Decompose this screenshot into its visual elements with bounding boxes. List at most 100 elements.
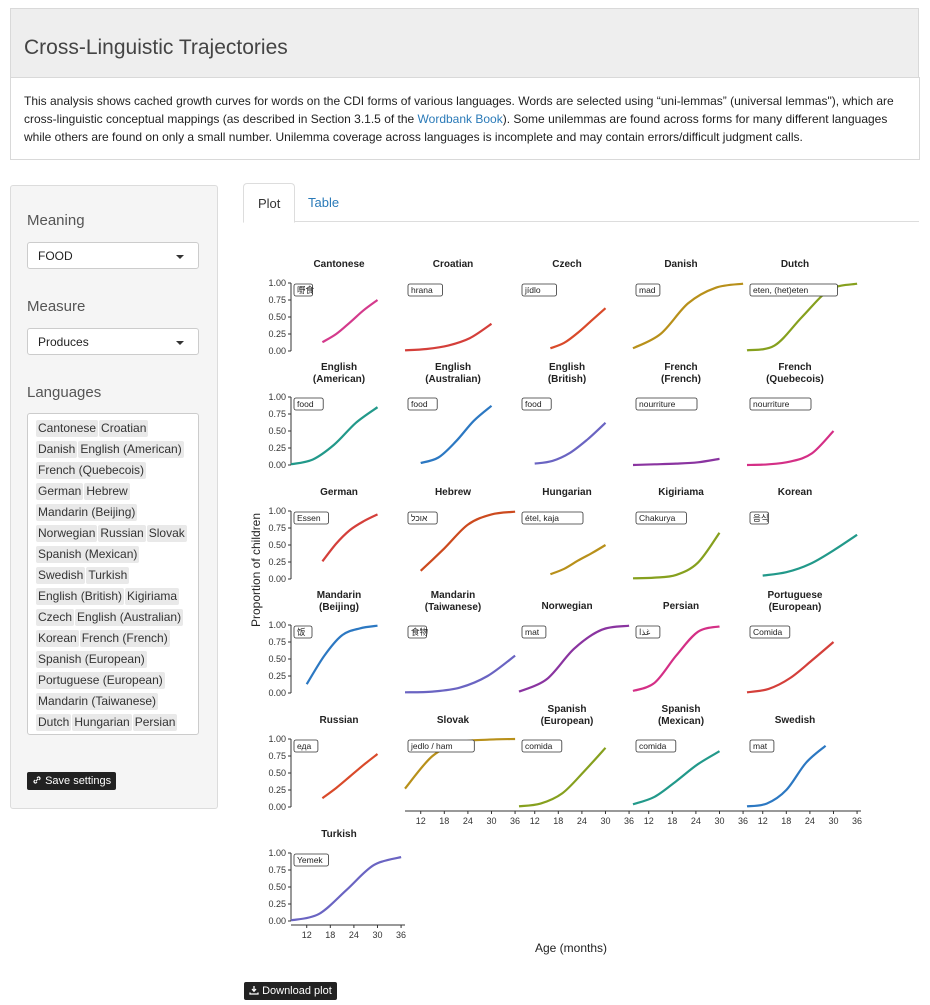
language-tag[interactable]: English (American) (78, 441, 184, 458)
language-tag[interactable]: Hungarian (72, 714, 132, 731)
language-tag[interactable]: Kigiriama (125, 588, 180, 605)
word-label-text: Chakurya (639, 513, 676, 523)
facet-panel: Spanish(European) 12 18 24 30 36 comida (518, 704, 634, 826)
growth-curve (762, 533, 858, 577)
word-label-text: Yemek (297, 855, 323, 865)
y-tick-label: 0.75 (268, 523, 286, 533)
growth-curve (632, 532, 721, 580)
word-label: food (407, 397, 438, 411)
x-tick-label: 12 (530, 816, 540, 826)
x-tick-label: 18 (667, 816, 677, 826)
language-tag[interactable]: Spanish (European) (36, 651, 147, 668)
y-tick-label: 0.25 (268, 329, 286, 339)
word-label-text: 食物 (411, 627, 429, 637)
facet-title: Swedish (775, 715, 816, 726)
x-axis-title: Age (months) (535, 941, 607, 955)
language-tag[interactable]: Danish (36, 441, 78, 458)
language-tag[interactable]: Cantonese (36, 420, 99, 437)
growth-curve (321, 753, 379, 800)
facet-title: (American) (313, 374, 365, 385)
growth-curve (290, 856, 402, 922)
language-tag[interactable]: Mandarin (Beijing) (36, 504, 138, 521)
facet-panel: English(British) food (521, 362, 607, 465)
language-tag[interactable]: Dutch (36, 714, 72, 731)
facet-panel: Czech jídlo (521, 259, 607, 350)
language-tag[interactable]: Slovak (146, 525, 187, 542)
facet-title: (European) (541, 716, 594, 727)
language-tag[interactable]: Hebrew (84, 483, 130, 500)
word-label-text: hrana (411, 285, 433, 295)
word-label: 饭 (293, 625, 313, 639)
x-tick-label: 24 (349, 930, 359, 940)
word-label: étel, kaja (521, 511, 584, 525)
download-plot-button[interactable]: Download plot (244, 982, 337, 1000)
word-label: comida (635, 739, 677, 753)
facet-title: Portuguese (767, 590, 822, 601)
measure-select[interactable]: Produces (27, 328, 199, 355)
language-tag[interactable]: Mandarin (Taiwanese) (36, 693, 159, 710)
language-tag[interactable]: German (36, 483, 84, 500)
word-label-text: jedlo / ham (410, 741, 453, 751)
facet-title: (Mexican) (658, 716, 704, 727)
x-tick-label: 12 (758, 816, 768, 826)
x-tick-label: 30 (372, 930, 382, 940)
facet-panel: Kigiriama Chakurya (632, 487, 721, 580)
language-tag[interactable]: Turkish (86, 567, 130, 584)
growth-curve (404, 654, 516, 694)
language-tag[interactable]: English (Australian) (75, 609, 184, 626)
x-tick-label: 18 (781, 816, 791, 826)
languages-multiselect[interactable]: Cantonese Croatian Danish English (American… (27, 413, 199, 735)
y-tick-label: 0.50 (268, 312, 286, 322)
x-tick-label: 24 (805, 816, 815, 826)
x-tick-label: 24 (577, 816, 587, 826)
facet-title: English (435, 362, 471, 373)
growth-curve (321, 299, 379, 344)
word-label-text: 음식 (753, 513, 769, 523)
language-tag[interactable]: English (British) (36, 588, 125, 605)
x-tick-label: 36 (852, 816, 862, 826)
word-label: mad (635, 283, 661, 297)
word-label-text: nourriture (639, 399, 676, 409)
word-label-text: mat (753, 741, 768, 751)
tab-plot[interactable]: Plot (243, 183, 296, 223)
language-tag[interactable]: Croatian (99, 420, 149, 437)
facet-title: Persian (663, 601, 699, 612)
y-tick-label: 0.25 (268, 785, 286, 795)
facet-panel: Portuguese(European) Comida (746, 590, 835, 694)
word-label-text: Comida (753, 627, 783, 637)
facet-title: (Australian) (425, 374, 481, 385)
growth-curve (549, 307, 607, 350)
x-tick-label: 36 (396, 930, 406, 940)
language-tag[interactable]: Czech (36, 609, 75, 626)
language-tag[interactable]: Korean (36, 630, 79, 647)
language-tag[interactable]: French (Quebecois) (36, 462, 147, 479)
language-tag[interactable]: Portuguese (European) (36, 672, 165, 689)
language-tag[interactable]: Norwegian (36, 525, 98, 542)
facet-panel: Persian غذا (632, 601, 720, 693)
growth-curve (305, 624, 378, 685)
facet-title: (French) (661, 374, 701, 385)
language-tag[interactable]: Russian (98, 525, 146, 542)
save-settings-button[interactable]: Save settings (27, 772, 117, 790)
language-tag[interactable]: French (French) (79, 630, 170, 647)
language-tag[interactable]: Spanish (Mexican) (36, 546, 140, 563)
tab-table[interactable]: Table (294, 183, 353, 221)
facet-panel: Mandarin(Taiwanese) 食物 (404, 590, 516, 694)
y-tick-label: 0.75 (268, 751, 286, 761)
facet-title: (Beijing) (319, 602, 359, 613)
y-tick-label: 0.00 (268, 574, 286, 584)
growth-curve (518, 747, 607, 808)
language-tag[interactable]: Swedish (36, 567, 86, 584)
y-tick-label: 0.00 (268, 460, 286, 470)
growth-curve (632, 457, 720, 467)
meaning-select[interactable]: FOOD (27, 242, 199, 269)
wordbank-book-link[interactable]: Wordbank Book (418, 112, 503, 126)
meaning-label: Meaning (27, 212, 85, 229)
description-panel: This analysis shows cached growth curves… (10, 77, 920, 160)
facet-title: Spanish (548, 704, 587, 715)
language-tag[interactable]: Persian (132, 714, 178, 731)
sidebar: Meaning FOOD Measure Produces Languages … (10, 185, 218, 809)
measure-label: Measure (27, 298, 86, 315)
growth-curve (321, 513, 378, 562)
facet-title: Slovak (437, 715, 470, 726)
